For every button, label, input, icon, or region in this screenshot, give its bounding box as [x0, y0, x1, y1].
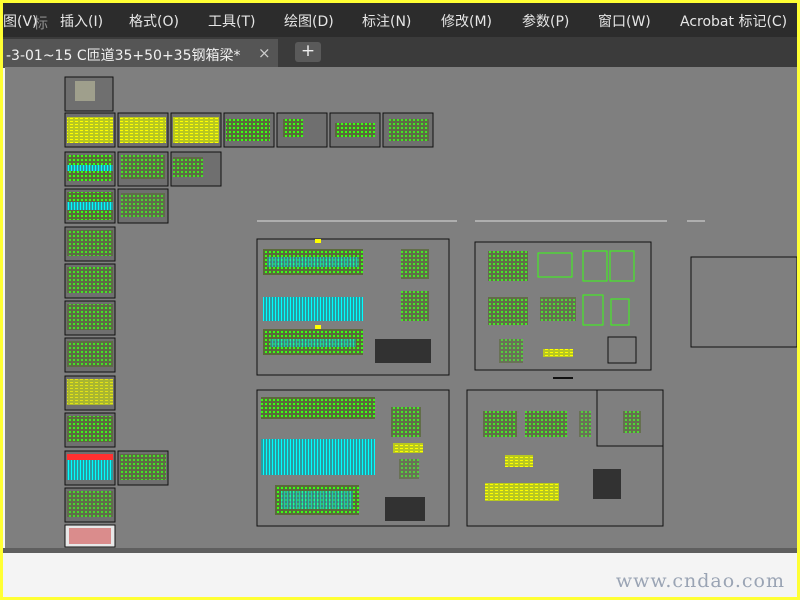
site-watermark: www.cndao.com — [615, 570, 785, 592]
menu-dimension[interactable]: 标注(N) — [362, 11, 411, 31]
menu-insert[interactable]: 插入(I) — [60, 11, 103, 31]
drawing-canvas[interactable] — [5, 67, 797, 548]
drawing-sheets-layer — [64, 76, 797, 548]
menu-window[interactable]: 窗口(W) — [598, 11, 651, 31]
menu-parameters[interactable]: 参数(P) — [522, 11, 569, 31]
app-window: 标 图(V) 插入(I) 格式(O) 工具(T) 绘图(D) 标注(N) 修改(… — [3, 3, 797, 597]
menu-bar: 标 图(V) 插入(I) 格式(O) 工具(T) 绘图(D) 标注(N) 修改(… — [3, 3, 797, 37]
menu-draw[interactable]: 绘图(D) — [284, 11, 334, 31]
watermark-area: www.cndao.com — [3, 553, 797, 597]
drawing-sheet-1 — [256, 238, 450, 376]
drawing-sheet-5 — [466, 389, 664, 527]
tab-label: -3-01~15 C匝道35+50+35钢箱梁* — [6, 48, 241, 64]
menu-modify[interactable]: 修改(M) — [441, 11, 492, 31]
menu-format[interactable]: 格式(O) — [129, 11, 179, 31]
menu-view[interactable]: 图(V) — [3, 11, 38, 31]
menu-acrobat-markup[interactable]: Acrobat 标记(C) — [680, 11, 787, 31]
menu-tools[interactable]: 工具(T) — [208, 11, 255, 31]
close-icon[interactable]: × — [258, 44, 271, 62]
add-tab-button[interactable]: + — [295, 42, 321, 62]
document-tab-bar: -3-01~15 C匝道35+50+35钢箱梁* × + — [3, 37, 797, 68]
drawing-sheet-4 — [256, 389, 450, 527]
tab-active-drawing[interactable]: -3-01~15 C匝道35+50+35钢箱梁* × — [3, 39, 278, 67]
drawing-sheet-2 — [474, 241, 652, 379]
drawing-sheet-3-partial — [690, 256, 797, 348]
